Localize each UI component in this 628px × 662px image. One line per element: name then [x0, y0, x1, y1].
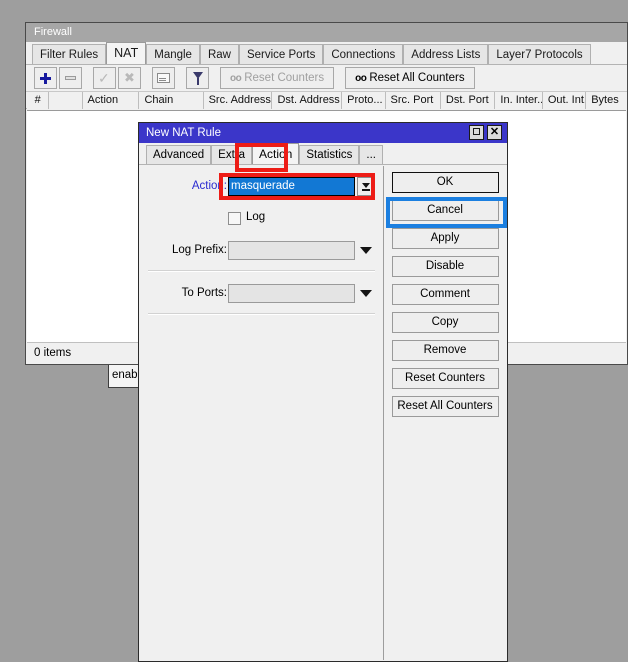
- comment-button[interactable]: [152, 67, 175, 89]
- log-prefix-input[interactable]: [228, 241, 355, 260]
- tab-layer7-protocols[interactable]: Layer7 Protocols: [488, 44, 590, 64]
- close-button[interactable]: ✕: [487, 125, 502, 140]
- apply-button[interactable]: Apply: [392, 228, 499, 249]
- action-dropdown-button[interactable]: [357, 177, 375, 196]
- action-input[interactable]: masquerade: [228, 177, 355, 196]
- log-label: Log: [246, 211, 265, 223]
- column-header-dst-port[interactable]: Dst. Port: [441, 92, 496, 109]
- disable-button[interactable]: Disable: [392, 256, 499, 277]
- nat-tab-advanced[interactable]: Advanced: [146, 145, 211, 164]
- comment-button[interactable]: Comment: [392, 284, 499, 305]
- form-divider-1: [148, 270, 375, 272]
- disable-rule-button[interactable]: ✖: [118, 67, 141, 89]
- action-row: Action: masquerade: [140, 177, 383, 198]
- tab-connections[interactable]: Connections: [323, 44, 403, 64]
- nat-dialog-titlebar[interactable]: New NAT Rule ✕: [139, 123, 507, 143]
- add-rule-button[interactable]: [34, 67, 57, 89]
- rules-table-header: # Action Chain Src. Address Dst. Address…: [26, 92, 627, 109]
- nat-tab-more[interactable]: ...: [359, 145, 383, 164]
- nat-tab-action[interactable]: Action: [252, 143, 299, 164]
- check-icon: ✓: [94, 68, 115, 88]
- firewall-title: Firewall: [34, 26, 72, 38]
- form-divider-2: [148, 313, 375, 315]
- log-prefix-chevron-down-icon[interactable]: [360, 247, 372, 254]
- plus-icon: [35, 68, 56, 88]
- log-prefix-row: Log Prefix:: [140, 241, 383, 262]
- column-header-action[interactable]: Action: [83, 92, 140, 109]
- column-header-protocol[interactable]: Proto...: [342, 92, 385, 109]
- column-header-src-address[interactable]: Src. Address: [204, 92, 273, 109]
- combo-arrow-icon: [362, 183, 370, 188]
- reset-counters-button[interactable]: Reset Counters: [392, 368, 499, 389]
- funnel-icon: [187, 68, 208, 88]
- log-prefix-label: Log Prefix:: [172, 244, 227, 256]
- tab-mangle[interactable]: Mangle: [146, 44, 200, 64]
- tab-filter-rules[interactable]: Filter Rules: [32, 44, 106, 64]
- ok-button[interactable]: OK: [392, 172, 499, 193]
- cross-icon: ✖: [119, 68, 140, 88]
- cancel-button[interactable]: Cancel: [392, 200, 499, 221]
- firewall-tab-bar: Filter RulesNATMangleRawService PortsCon…: [26, 42, 627, 65]
- reset-all-counters-button[interactable]: Reset All Counters: [392, 396, 499, 417]
- reset-counters-toolbar-label: Reset Counters: [244, 72, 324, 84]
- minus-icon: [60, 68, 81, 88]
- nat-dialog-form-panel: Action: masquerade Log Log Prefix: To Po…: [140, 166, 384, 660]
- maximize-icon: [473, 128, 480, 135]
- column-header-src-port[interactable]: Src. Port: [386, 92, 441, 109]
- tab-service-ports[interactable]: Service Ports: [239, 44, 323, 64]
- nat-dialog-button-panel: OK Cancel Apply Disable Comment Copy Rem…: [384, 166, 506, 660]
- tab-nat[interactable]: NAT: [106, 42, 146, 64]
- nat-dialog-tab-bar: AdvancedExtraActionStatistics...: [139, 143, 507, 165]
- counter-glyph-icon-2: oo: [355, 73, 366, 84]
- counter-glyph-icon: oo: [230, 73, 241, 84]
- column-header-chain[interactable]: Chain: [139, 92, 203, 109]
- to-ports-row: To Ports:: [140, 284, 383, 305]
- background-window-label: enab: [112, 369, 138, 381]
- nat-tab-extra[interactable]: Extra: [211, 145, 252, 164]
- log-checkbox[interactable]: [228, 212, 241, 225]
- column-header-in-interface[interactable]: In. Inter...: [495, 92, 542, 109]
- log-row: Log: [140, 212, 383, 228]
- background-window-fragment[interactable]: enab: [108, 365, 142, 388]
- tab-raw[interactable]: Raw: [200, 44, 239, 64]
- comment-icon: [153, 68, 174, 88]
- maximize-button[interactable]: [469, 125, 484, 140]
- nat-tab-statistics[interactable]: Statistics: [299, 145, 359, 164]
- filter-button[interactable]: [186, 67, 209, 89]
- enable-rule-button[interactable]: ✓: [93, 67, 116, 89]
- remove-rule-button[interactable]: [59, 67, 82, 89]
- column-header-blank[interactable]: [49, 92, 82, 109]
- new-nat-rule-dialog: New NAT Rule ✕ AdvancedExtraActionStatis…: [138, 122, 508, 662]
- tab-address-lists[interactable]: Address Lists: [403, 44, 488, 64]
- to-ports-label: To Ports:: [182, 287, 227, 299]
- nat-dialog-title: New NAT Rule: [146, 127, 221, 139]
- firewall-toolbar: ✓✖ooReset CountersooReset All Counters: [26, 65, 627, 92]
- action-label: Action:: [192, 180, 227, 192]
- remove-button[interactable]: Remove: [392, 340, 499, 361]
- to-ports-chevron-down-icon[interactable]: [360, 290, 372, 297]
- to-ports-input[interactable]: [228, 284, 355, 303]
- column-header-index[interactable]: #: [27, 92, 49, 109]
- firewall-titlebar[interactable]: Firewall: [26, 23, 627, 42]
- reset-all-counters-toolbar-label: Reset All Counters: [369, 72, 464, 84]
- column-header-out-interface[interactable]: Out. Int...: [543, 92, 586, 109]
- reset-counters-toolbar-button[interactable]: ooReset Counters: [220, 67, 334, 89]
- column-header-dst-address[interactable]: Dst. Address: [272, 92, 342, 109]
- item-count-label: 0 items: [34, 347, 71, 359]
- column-header-bytes[interactable]: Bytes: [586, 92, 627, 109]
- reset-all-counters-toolbar-button[interactable]: ooReset All Counters: [345, 67, 474, 89]
- copy-button[interactable]: Copy: [392, 312, 499, 333]
